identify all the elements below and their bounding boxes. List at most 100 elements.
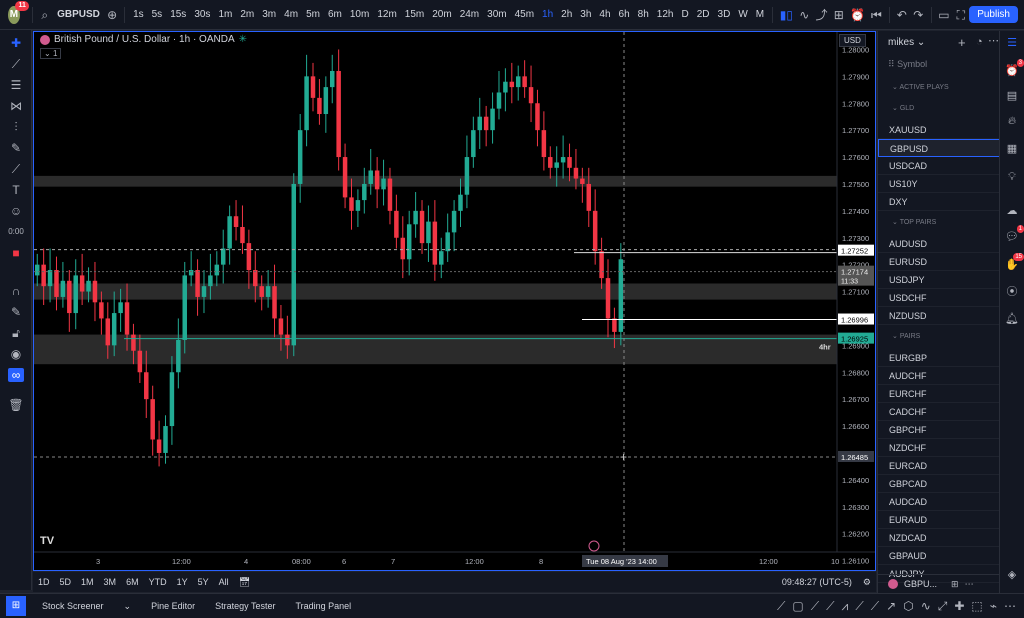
projection-icon[interactable]: ⫶ xyxy=(8,120,24,134)
long-position-icon[interactable]: ⟋ xyxy=(855,599,863,614)
interval-2D[interactable]: 2D xyxy=(693,9,714,20)
watchlist-icon[interactable]: ☰ xyxy=(1004,35,1020,51)
watchlist-row-nzdcad[interactable]: NZDCAD xyxy=(878,529,1000,547)
footer-symbol[interactable]: GBPU... xyxy=(904,579,937,589)
emoji-icon[interactable]: ☺ xyxy=(8,204,24,218)
watchlist-row-euraud[interactable]: EURAUD xyxy=(878,511,1000,529)
add-symbol-icon[interactable]: ⊕ xyxy=(107,8,118,22)
watchlist-row-nzdchf[interactable]: NZDCHF xyxy=(878,439,1000,457)
watchlist-row-usdcad[interactable]: USDCAD xyxy=(878,157,1000,175)
watchlist-row-gbpusd[interactable]: GBPUSD xyxy=(878,139,1000,157)
tab-stock-screener[interactable]: Stock Screener xyxy=(32,601,114,611)
trend-line-icon[interactable]: ⟋ xyxy=(777,599,785,614)
watchlist-row-eurcad[interactable]: EURCAD xyxy=(878,457,1000,475)
event-icon[interactable] xyxy=(588,540,600,552)
measure-icon[interactable]: ⤢ xyxy=(938,599,948,614)
interval-6m[interactable]: 6m xyxy=(324,9,346,20)
shape-icon[interactable]: ⬡ xyxy=(903,599,913,614)
watchlist-row-gbpaud[interactable]: GBPAUD xyxy=(878,547,1000,565)
trash-icon[interactable]: 🗑︎ xyxy=(8,398,24,412)
interval-20m[interactable]: 20m xyxy=(428,9,455,20)
hotlists-icon[interactable]: 🔥︎ xyxy=(1004,113,1020,129)
range-6m[interactable]: 6M xyxy=(121,577,144,587)
watchlist-row-eurchf[interactable]: EURCHF xyxy=(878,385,1000,403)
chevron-down-icon[interactable]: ⌄ xyxy=(114,601,142,612)
layout-icon[interactable]: ▭ xyxy=(938,8,949,22)
brush-icon[interactable]: ✎ xyxy=(8,141,24,155)
legend-collapse[interactable]: ⌄ 1 xyxy=(40,48,62,59)
layout-icon[interactable]: ⊞ xyxy=(951,579,959,590)
interval-15s[interactable]: 15s xyxy=(166,9,190,20)
interval-12m[interactable]: 12m xyxy=(373,9,400,20)
interval-15m[interactable]: 15m xyxy=(401,9,428,20)
interval-5s[interactable]: 5s xyxy=(148,9,167,20)
tab-strategy-tester[interactable]: Strategy Tester xyxy=(205,601,285,611)
range-1d[interactable]: 1D xyxy=(33,577,55,587)
watchlist-row-audusd[interactable]: AUDUSD xyxy=(878,235,1000,253)
interval-30s[interactable]: 30s xyxy=(190,9,214,20)
magnet-icon[interactable]: ∩ xyxy=(8,284,24,298)
ray-icon[interactable]: ⟋ xyxy=(811,599,819,614)
more-icon[interactable]: ⋯ xyxy=(965,579,974,590)
panel-toggle-icon[interactable]: ⊞ xyxy=(6,596,26,616)
lock-icon[interactable]: 🔓︎ xyxy=(8,326,24,340)
interval-M[interactable]: M xyxy=(752,9,768,20)
curve-icon[interactable]: ∿ xyxy=(921,599,931,614)
redo-icon[interactable]: ↷ xyxy=(913,8,924,22)
currency-tag[interactable]: USD xyxy=(839,34,866,47)
interval-45m[interactable]: 45m xyxy=(511,9,538,20)
search-icon[interactable]: ⌕ xyxy=(40,8,51,22)
alert-icon[interactable]: ⏰ xyxy=(850,8,865,22)
compare-icon[interactable]: ⤴ xyxy=(816,8,828,22)
watchlist-row-dxy[interactable]: DXY xyxy=(878,193,1000,211)
chart-canvas[interactable]: +1.280001.279001.278001.277001.276001.27… xyxy=(34,32,875,570)
interval-12h[interactable]: 12h xyxy=(653,9,678,20)
indicators-icon[interactable]: ∿ xyxy=(799,8,810,22)
watchlist-options-icon[interactable]: ◔ xyxy=(976,36,983,48)
tab-pine-editor[interactable]: Pine Editor xyxy=(141,601,205,611)
tab-trading-panel[interactable]: Trading Panel xyxy=(285,601,361,611)
watchlist-section[interactable]: ⌄ TOP PAIRS xyxy=(878,214,1000,232)
candles-icon[interactable]: ▮▯ xyxy=(780,8,793,22)
calendar-icon[interactable]: 📅︎ xyxy=(234,577,255,588)
range-5d[interactable]: 5D xyxy=(55,577,77,587)
magnet-icon[interactable]: ⌁ xyxy=(990,599,997,614)
bell-icon[interactable]: 🔔︎ xyxy=(1004,311,1020,327)
alerts-icon[interactable]: ⏰ 3 xyxy=(1004,59,1024,79)
interval-3D[interactable]: 3D xyxy=(714,9,735,20)
watchlist-row-audchf[interactable]: AUDCHF xyxy=(878,367,1000,385)
zoom-icon[interactable]: ⬚ xyxy=(971,599,982,614)
crosshair-icon[interactable]: ✚ xyxy=(8,36,24,50)
interval-8h[interactable]: 8h xyxy=(634,9,653,20)
watchlist-row-eurusd[interactable]: EURUSD xyxy=(878,253,1000,271)
user-avatar[interactable]: M 11 xyxy=(8,0,29,24)
range-5y[interactable]: 5Y xyxy=(193,577,214,587)
link-icon[interactable]: ∞ xyxy=(8,368,24,382)
streams-icon[interactable]: ☁ xyxy=(1004,203,1020,219)
broadcast-icon[interactable]: ⦿ xyxy=(1004,284,1020,300)
fib-icon[interactable]: ☰ xyxy=(8,78,24,92)
interval-2m[interactable]: 2m xyxy=(236,9,258,20)
pen-icon[interactable]: ⟋ xyxy=(8,162,24,176)
fullscreen-icon[interactable]: ⛶ xyxy=(956,8,967,22)
calendar-icon[interactable]: ▦ xyxy=(1004,141,1020,157)
interval-W[interactable]: W xyxy=(734,9,751,20)
undo-icon[interactable]: ↶ xyxy=(897,8,908,22)
lock-drawing-icon[interactable]: ✎ xyxy=(8,305,24,319)
more-icon[interactable]: ⋯ xyxy=(1004,599,1016,614)
interval-2h[interactable]: 2h xyxy=(557,9,576,20)
eye-icon[interactable]: ◉ xyxy=(8,347,24,361)
rectangle-icon[interactable]: ▢ xyxy=(792,599,803,614)
chats-icon[interactable]: 💬︎ 1 xyxy=(1004,225,1024,245)
crosshair-icon[interactable]: ✚ xyxy=(954,599,964,614)
path-icon[interactable]: ⟋ xyxy=(826,599,834,614)
chart-pane[interactable]: +1.28000 1.27900 1.27800 1.27700 1.27600 1.27… xyxy=(33,31,876,571)
timer-icon[interactable]: 0:00 xyxy=(8,225,24,239)
templates-icon[interactable]: ⊞ xyxy=(834,8,845,22)
projection-icon[interactable]: ⩘ xyxy=(842,599,849,614)
symbol-search[interactable]: GBPUSD xyxy=(53,9,104,20)
more-icon[interactable]: ⋯ xyxy=(988,34,999,47)
color-icon[interactable]: ■ xyxy=(8,246,24,260)
add-symbol-icon[interactable]: + xyxy=(958,35,966,50)
text-icon[interactable]: T xyxy=(8,183,24,197)
